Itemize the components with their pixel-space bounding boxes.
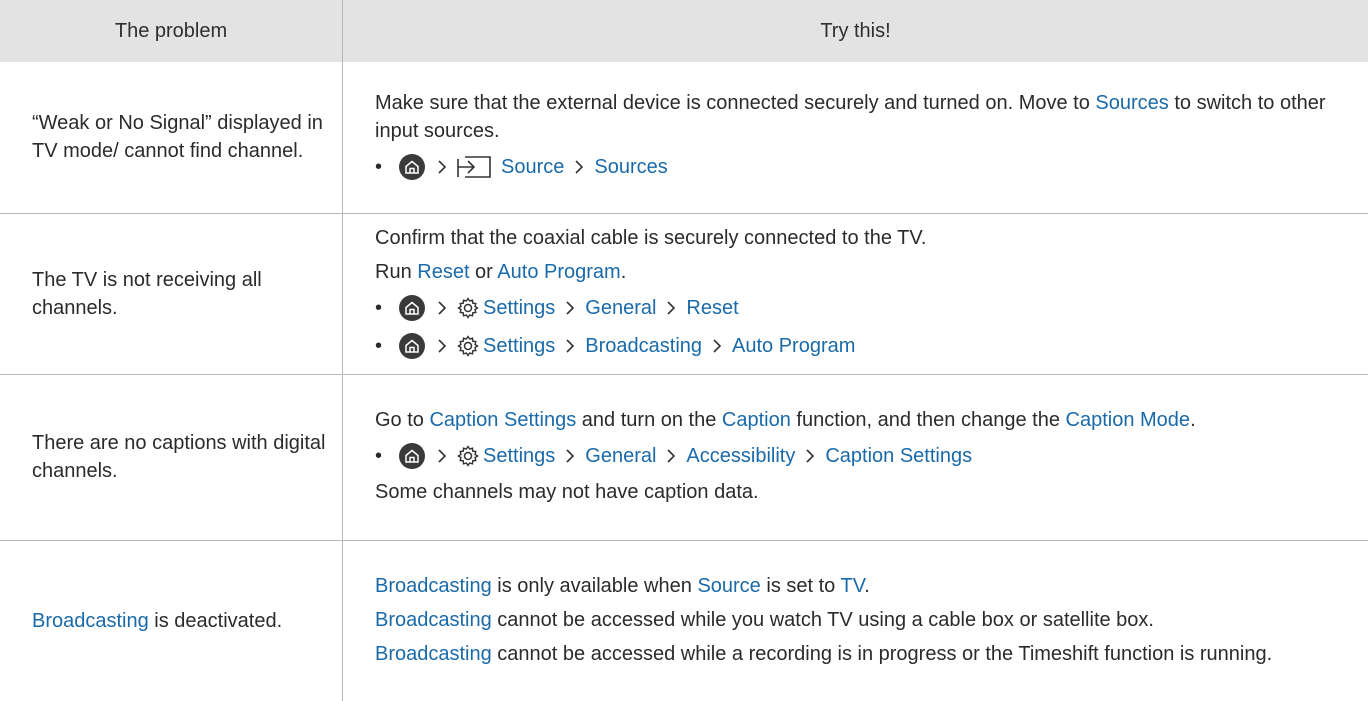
broadcasting-link[interactable]: Broadcasting <box>375 643 492 665</box>
solution-text: Broadcasting cannot be accessed while a … <box>375 640 1356 668</box>
header-problem: The problem <box>0 0 343 62</box>
text: function, and then change the <box>790 409 1066 431</box>
caption-settings-link[interactable]: Caption Settings <box>429 409 576 431</box>
text: is deactivated. <box>148 609 283 632</box>
text: . <box>1190 409 1196 431</box>
chevron-right-icon <box>565 300 575 316</box>
bullet: • <box>375 296 383 319</box>
chevron-right-icon <box>712 338 722 354</box>
solution-text: Some channels may not have caption data. <box>375 481 759 503</box>
solution-cell: Make sure that the external device is co… <box>342 62 1368 214</box>
solution-text: Make sure that the external device is co… <box>375 89 1356 145</box>
solution-text: Run Reset or Auto Program. <box>375 258 1356 286</box>
troubleshooting-table: The problem Try this! “Weak or No Signal… <box>0 0 1368 701</box>
table-row: The TV is not receiving all channels. Co… <box>0 213 1368 375</box>
bullet: • <box>375 445 383 467</box>
menu-source[interactable]: Source <box>501 153 564 181</box>
bullet: • <box>375 156 383 179</box>
problem-cell: Broadcasting is deactivated. <box>0 540 343 701</box>
chevron-right-icon <box>437 159 447 175</box>
text: cannot be accessed while you watch TV us… <box>491 608 1154 631</box>
menu-path: • Source Sources <box>375 151 1356 183</box>
caption-mode-link[interactable]: Caption Mode <box>1066 409 1191 431</box>
menu-path: • Settings Broadcasting Auto Program <box>375 330 1356 362</box>
problem-cell: “Weak or No Signal” displayed in TV mode… <box>0 62 343 214</box>
solution-text: Confirm that the coaxial cable is secure… <box>375 226 927 249</box>
header-try-this: Try this! <box>342 0 1368 62</box>
reset-link[interactable]: Reset <box>417 261 469 283</box>
menu-auto-program[interactable]: Auto Program <box>732 332 855 360</box>
menu-settings[interactable]: Settings <box>483 332 555 360</box>
text: Go to <box>375 409 430 431</box>
text: or <box>469 260 498 283</box>
text: is set to <box>760 574 841 597</box>
chevron-right-icon <box>565 338 575 354</box>
text: Run <box>375 260 418 283</box>
menu-reset[interactable]: Reset <box>686 294 738 322</box>
source-link[interactable]: Source <box>697 575 760 597</box>
menu-general[interactable]: General <box>585 442 656 470</box>
solution-text: Go to Caption Settings and turn on the C… <box>375 406 1356 434</box>
menu-caption-settings[interactable]: Caption Settings <box>825 442 972 470</box>
broadcasting-link[interactable]: Broadcasting <box>32 610 149 632</box>
solution-text: Broadcasting is only available when Sour… <box>375 572 1356 600</box>
text: and turn on the <box>576 409 722 431</box>
chevron-right-icon <box>565 448 575 464</box>
text: . <box>620 260 627 283</box>
home-icon <box>399 154 425 181</box>
solution-cell: Go to Caption Settings and turn on the C… <box>342 374 1368 541</box>
auto-program-link[interactable]: Auto Program <box>497 261 620 283</box>
text: . <box>864 574 870 597</box>
menu-settings[interactable]: Settings <box>483 294 555 322</box>
menu-path: • Settings General Reset <box>375 292 1356 324</box>
gear-icon <box>457 296 479 319</box>
chevron-right-icon <box>666 448 676 464</box>
text: is only available when <box>491 574 698 597</box>
menu-path: • Settings General Accessibility Caption… <box>375 440 1356 472</box>
bullet: • <box>375 334 383 357</box>
gear-icon <box>457 334 479 357</box>
home-icon <box>399 443 425 469</box>
tv-link[interactable]: TV <box>840 575 864 597</box>
solution-cell: Confirm that the coaxial cable is secure… <box>342 213 1368 375</box>
menu-settings[interactable]: Settings <box>483 442 555 470</box>
home-icon <box>399 332 425 359</box>
chevron-right-icon <box>666 300 676 316</box>
menu-sources[interactable]: Sources <box>594 153 667 181</box>
problem-cell: There are no captions with digital chann… <box>0 374 343 541</box>
caption-link[interactable]: Caption <box>722 409 791 431</box>
broadcasting-link[interactable]: Broadcasting <box>375 575 492 597</box>
table-row: There are no captions with digital chann… <box>0 374 1368 541</box>
chevron-right-icon <box>437 448 447 464</box>
gear-icon <box>457 445 479 467</box>
chevron-right-icon <box>437 338 447 354</box>
sources-link[interactable]: Sources <box>1095 92 1168 114</box>
problem-cell: The TV is not receiving all channels. <box>0 213 343 375</box>
text: cannot be accessed while a recording is … <box>491 642 1273 665</box>
table-row: “Weak or No Signal” displayed in TV mode… <box>0 62 1368 214</box>
menu-general[interactable]: General <box>585 294 656 322</box>
chevron-right-icon <box>805 448 815 464</box>
chevron-right-icon <box>574 159 584 175</box>
header-row: The problem Try this! <box>0 0 1368 62</box>
table-row: Broadcasting is deactivated. Broadcastin… <box>0 540 1368 701</box>
broadcasting-link[interactable]: Broadcasting <box>375 609 492 631</box>
menu-accessibility[interactable]: Accessibility <box>686 442 795 470</box>
solution-text: Broadcasting cannot be accessed while yo… <box>375 606 1356 634</box>
text: Make sure that the external device is co… <box>375 92 1096 115</box>
chevron-right-icon <box>437 300 447 316</box>
home-icon <box>399 294 425 321</box>
source-input-icon <box>457 156 491 179</box>
solution-cell: Broadcasting is only available when Sour… <box>343 540 1368 701</box>
menu-broadcasting[interactable]: Broadcasting <box>585 332 702 360</box>
